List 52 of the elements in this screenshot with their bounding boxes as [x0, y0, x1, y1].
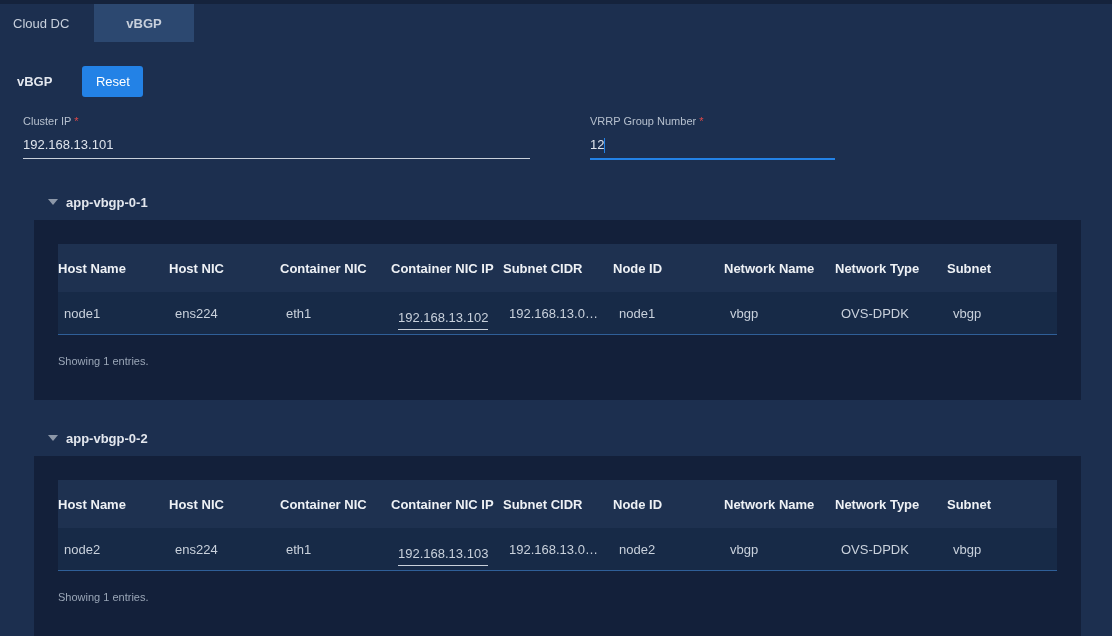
table-cell-text: node2 [63, 541, 102, 557]
entries-count: Showing 1 entries. [58, 355, 150, 367]
column-header: Network Type [835, 496, 921, 512]
required-mark: * [74, 115, 79, 129]
table-cell-text: OVS-DPDK [840, 305, 910, 321]
table-cell-text: eth1 [285, 541, 313, 557]
column-header: Host NIC [169, 260, 225, 276]
column-header: Container NIC IP [391, 260, 495, 276]
table-cell-text: 192.168.13.0… [508, 305, 599, 321]
group-title: app-vbgp-0-1 [66, 194, 148, 210]
table-cell-text: vbgp [952, 305, 983, 321]
table-cell-text: node1 [63, 305, 102, 321]
section-title: vBGP [17, 74, 53, 89]
column-header: Host Name [58, 496, 127, 512]
table-cell-text: vbgp [729, 305, 760, 321]
column-header: Subnet [947, 496, 993, 512]
column-header: Container NIC [280, 260, 368, 276]
field-label: VRRP Group Number [590, 115, 697, 129]
table-cell-text: ens224 [174, 305, 219, 321]
column-header: Host Name [58, 260, 127, 276]
column-header: Container NIC [280, 496, 368, 512]
table-cell-text: vbgp [952, 541, 983, 557]
reset-button[interactable]: Reset [82, 66, 144, 97]
column-header: Network Name [724, 260, 816, 276]
column-header: Node ID [613, 496, 664, 512]
column-header: Subnet CIDR [503, 496, 584, 512]
column-header: Network Name [724, 496, 816, 512]
table-cell-text: OVS-DPDK [840, 541, 910, 557]
table-cell-text: node1 [618, 305, 657, 321]
column-header: Network Type [835, 260, 921, 276]
column-header: Node ID [613, 260, 664, 276]
required-mark: * [699, 115, 704, 129]
table-cell-text: 192.168.13.0… [508, 541, 599, 557]
input-field[interactable]: 192.168.13.101 [23, 131, 530, 159]
table-cell-text: eth1 [285, 305, 313, 321]
field-label: Cluster IP [23, 115, 72, 129]
ip-input-field[interactable]: 192.168.13.102 [398, 304, 489, 330]
caret-icon[interactable] [48, 199, 58, 205]
column-header: Host NIC [169, 496, 225, 512]
entries-count: Showing 1 entries. [58, 591, 150, 603]
column-header: Container NIC IP [391, 496, 495, 512]
input-field[interactable]: 12 [590, 131, 835, 160]
tab[interactable]: vBGP [94, 4, 194, 42]
table-cell-text: vbgp [729, 541, 760, 557]
table-cell-text: ens224 [174, 541, 219, 557]
group-title: app-vbgp-0-2 [66, 430, 148, 446]
column-header: Subnet [947, 260, 993, 276]
ip-input-field[interactable]: 192.168.13.103 [398, 540, 489, 566]
caret-icon[interactable] [48, 435, 58, 441]
table-cell-text: node2 [618, 541, 657, 557]
column-header: Subnet CIDR [503, 260, 584, 276]
tab[interactable]: Cloud DC [0, 4, 94, 42]
